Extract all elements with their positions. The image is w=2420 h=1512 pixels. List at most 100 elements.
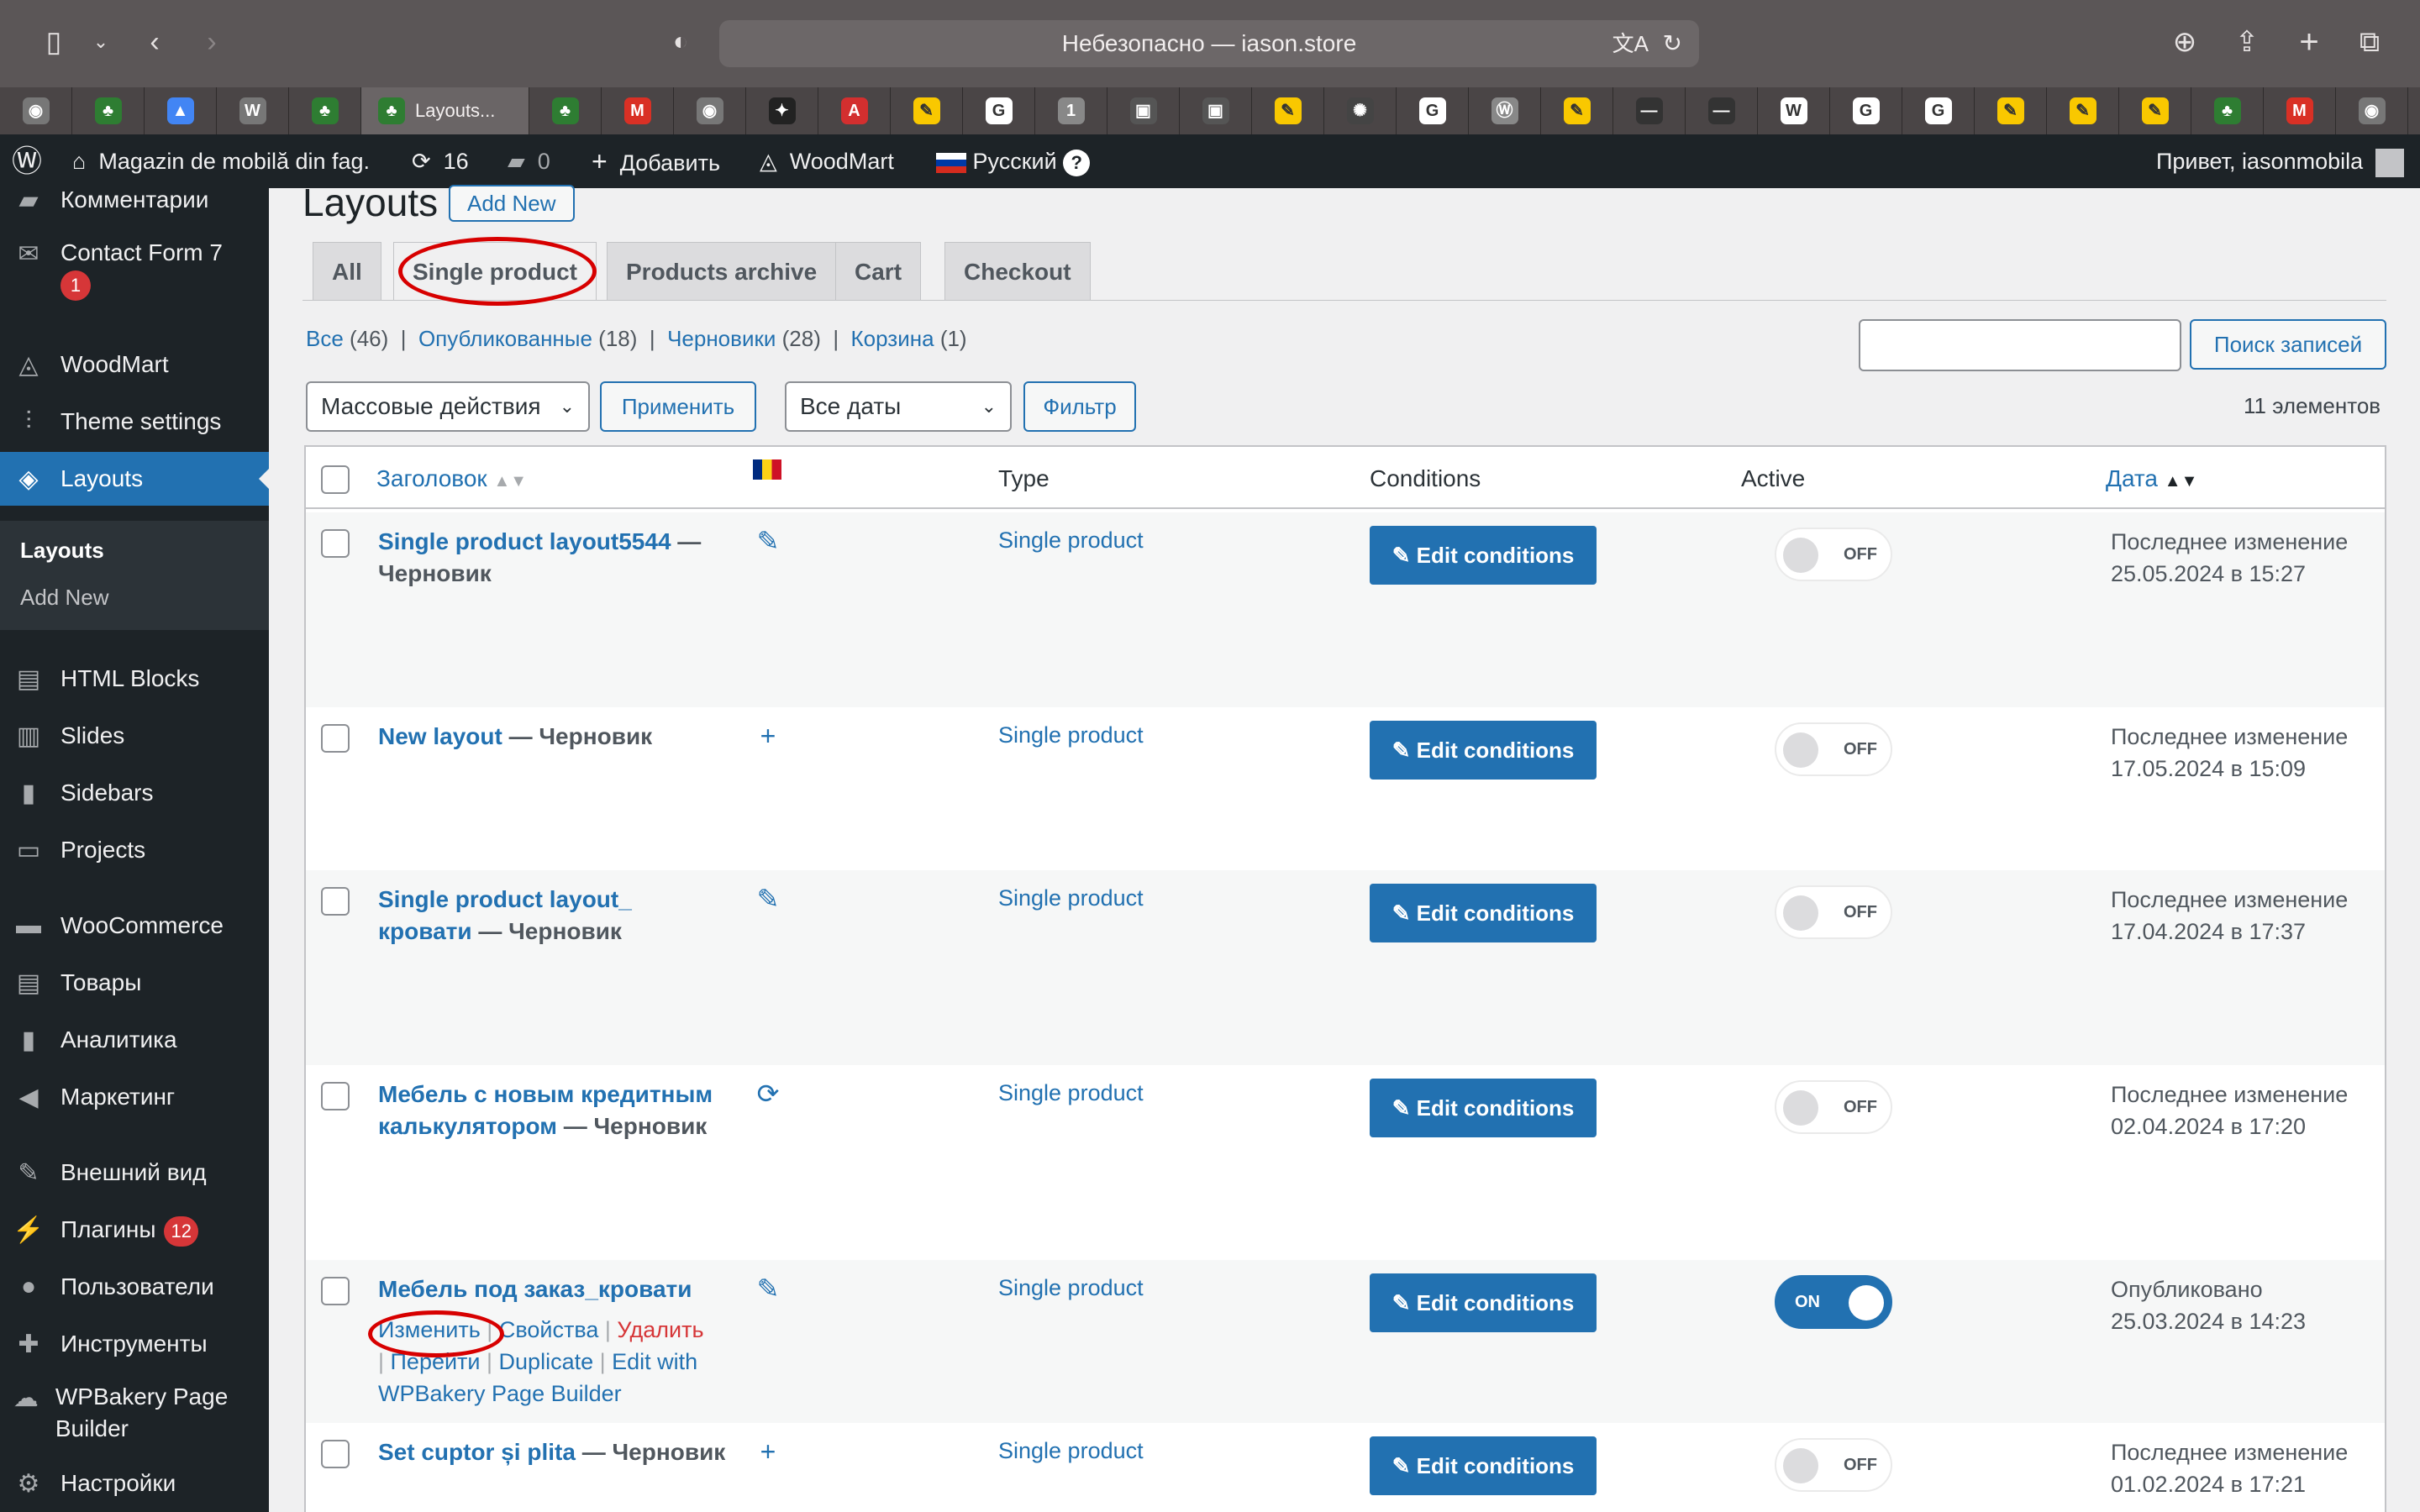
sidebar-item-настройки[interactable]: ⚙ Настройки: [0, 1457, 269, 1510]
browser-tab[interactable]: ▣: [1107, 87, 1180, 134]
bulk-actions-select[interactable]: Массовые действия ⌄: [306, 381, 590, 432]
row-checkbox[interactable]: [321, 1440, 350, 1468]
address-bar[interactable]: Небезопасно — iason.store 文A ↻: [719, 20, 1699, 67]
forward-icon[interactable]: ›: [192, 22, 232, 62]
browser-tab[interactable]: ◉: [0, 87, 72, 134]
search-input[interactable]: [1859, 319, 2181, 371]
tab-cart[interactable]: Cart: [835, 242, 922, 301]
active-toggle[interactable]: OFF: [1775, 1080, 1892, 1134]
browser-tab[interactable]: G: [1397, 87, 1469, 134]
tab-overview-icon[interactable]: ⧉: [2349, 22, 2390, 62]
browser-tab[interactable]: ♣: [72, 87, 145, 134]
browser-tab[interactable]: M: [2264, 87, 2336, 134]
row-checkbox[interactable]: [321, 529, 350, 558]
edit-conditions-button[interactable]: ✎ Edit conditions: [1370, 1436, 1597, 1495]
sidebar-item-contact-form-7[interactable]: ✉ Contact Form 7 1: [0, 228, 269, 312]
browser-tab[interactable]: ♣: [529, 87, 602, 134]
browser-tab[interactable]: ▲: [145, 87, 217, 134]
sidebar-item-комментарии[interactable]: ▰ Комментарии: [0, 173, 269, 227]
woodmart-link[interactable]: ◬ WoodMart: [760, 134, 894, 188]
browser-tab[interactable]: ―: [1613, 87, 1686, 134]
browser-tab[interactable]: ♣: [289, 87, 361, 134]
edit-conditions-button[interactable]: ✎ Edit conditions: [1370, 721, 1597, 780]
pencil-icon[interactable]: ✎: [751, 882, 785, 916]
browser-tab[interactable]: ―: [1686, 87, 1758, 134]
active-toggle[interactable]: OFF: [1775, 722, 1892, 776]
sidebar-item-html-blocks[interactable]: ▤ HTML Blocks: [0, 652, 269, 706]
date-filter-select[interactable]: Все даты ⌄: [785, 381, 1012, 432]
sidebar-item-slides[interactable]: ▥ Slides: [0, 709, 269, 763]
select-all-checkbox[interactable]: [321, 465, 350, 494]
row-title-link[interactable]: Мебель под заказ_кровати: [378, 1276, 692, 1302]
browser-tab[interactable]: W: [1758, 87, 1830, 134]
browser-tab[interactable]: M: [602, 87, 674, 134]
comments-link[interactable]: ▰ 0: [508, 134, 550, 188]
browser-tab[interactable]: G: [1902, 87, 1975, 134]
language-switcher[interactable]: Русский ?: [936, 134, 1091, 188]
chevron-down-icon[interactable]: ⌄: [81, 22, 121, 62]
row-checkbox[interactable]: [321, 724, 350, 753]
browser-tab[interactable]: G: [963, 87, 1035, 134]
browser-tab[interactable]: ✎: [1541, 87, 1613, 134]
sidebar-item-внешний-вид[interactable]: ✎ Внешний вид: [0, 1146, 269, 1200]
active-toggle[interactable]: OFF: [1775, 885, 1892, 939]
share-icon[interactable]: ⇪: [2227, 22, 2267, 62]
tab-products-archive[interactable]: Products archive: [607, 242, 837, 301]
plus-icon[interactable]: +: [751, 1435, 785, 1468]
pencil-icon[interactable]: ✎: [751, 1272, 785, 1305]
plus-icon[interactable]: +: [751, 719, 785, 753]
add-new-menu[interactable]: + Добавить: [592, 134, 720, 188]
browser-tab[interactable]: ✎: [2119, 87, 2191, 134]
browser-tab[interactable]: Ⓦ: [1469, 87, 1541, 134]
sidebar-item-theme-settings[interactable]: ⫶ Theme settings: [0, 395, 269, 449]
sidebar-item-пользователи[interactable]: ● Пользователи: [0, 1260, 269, 1314]
trash-link[interactable]: Удалить: [617, 1317, 703, 1342]
edit-conditions-button[interactable]: ✎ Edit conditions: [1370, 1079, 1597, 1137]
submenu-layouts[interactable]: Layouts: [20, 538, 104, 564]
quick-edit-link[interactable]: Свойства: [499, 1317, 599, 1342]
edit-conditions-button[interactable]: ✎ Edit conditions: [1370, 884, 1597, 942]
filter-drafts[interactable]: Черновики: [667, 326, 776, 351]
download-icon[interactable]: ⊕: [2165, 22, 2205, 62]
filter-published[interactable]: Опубликованные: [418, 326, 592, 351]
privacy-shield-icon[interactable]: ◐: [660, 22, 701, 62]
column-date[interactable]: Дата ▲▼: [2106, 447, 2197, 509]
browser-tab[interactable]: 1: [1035, 87, 1107, 134]
row-title-link[interactable]: Single product layout5544: [378, 528, 671, 554]
browser-tab[interactable]: G: [1830, 87, 1902, 134]
help-icon[interactable]: ?: [1063, 149, 1091, 176]
browser-tab[interactable]: ▣: [1180, 87, 1252, 134]
sidebar-item-woodmart[interactable]: ◬ WoodMart: [0, 338, 269, 391]
sidebar-item-плагины[interactable]: ⚡ Плагины 12: [0, 1203, 269, 1257]
active-toggle[interactable]: ON: [1775, 1275, 1892, 1329]
row-type-link[interactable]: Single product: [998, 1080, 1144, 1106]
translate-icon[interactable]: 文A: [1612, 20, 1649, 67]
duplicate-link[interactable]: Duplicate: [499, 1349, 594, 1374]
browser-tab[interactable]: ◉: [674, 87, 746, 134]
row-checkbox[interactable]: [321, 887, 350, 916]
browser-tab[interactable]: A: [818, 87, 891, 134]
row-type-link[interactable]: Single product: [998, 528, 1144, 554]
sidebar-item-маркетинг[interactable]: ◀ Маркетинг: [0, 1070, 269, 1124]
column-title[interactable]: Заголовок ▲▼: [376, 447, 527, 509]
row-type-link[interactable]: Single product: [998, 722, 1144, 748]
browser-tab[interactable]: ✦: [746, 87, 818, 134]
browser-tab[interactable]: ✎: [891, 87, 963, 134]
row-type-link[interactable]: Single product: [998, 885, 1144, 911]
filter-trash[interactable]: Корзина: [851, 326, 934, 351]
sidebar-item-layouts[interactable]: ◈ Layouts: [0, 452, 269, 506]
sidebar-item-инструменты[interactable]: ✚ Инструменты: [0, 1317, 269, 1371]
browser-tab[interactable]: ✎: [2047, 87, 2119, 134]
browser-tab[interactable]: ✺: [1324, 87, 1397, 134]
active-toggle[interactable]: OFF: [1775, 528, 1892, 581]
row-checkbox[interactable]: [321, 1277, 350, 1305]
pencil-icon[interactable]: ✎: [751, 524, 785, 558]
browser-tab[interactable]: ✎: [1252, 87, 1324, 134]
submenu-add-new[interactable]: Add New: [20, 585, 109, 611]
back-icon[interactable]: ‹: [134, 22, 175, 62]
search-button[interactable]: Поиск записей: [2190, 319, 2386, 370]
edit-conditions-button[interactable]: ✎ Edit conditions: [1370, 526, 1597, 585]
filter-button[interactable]: Фильтр: [1023, 381, 1136, 432]
apply-button[interactable]: Применить: [600, 381, 756, 432]
row-checkbox[interactable]: [321, 1082, 350, 1110]
